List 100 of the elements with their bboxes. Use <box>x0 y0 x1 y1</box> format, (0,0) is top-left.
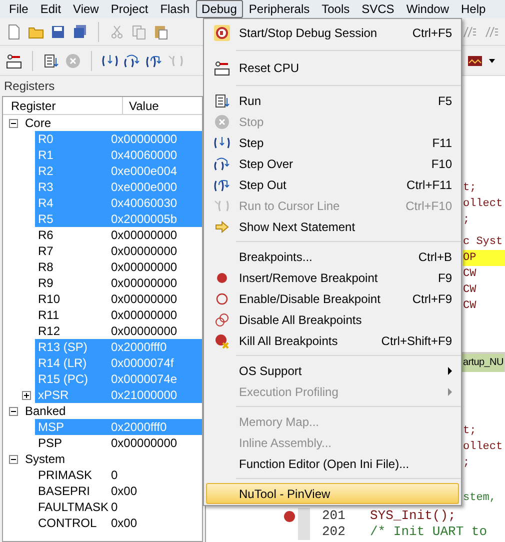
register-value: 0x00 <box>110 483 138 500</box>
register-value: 0x2000fff0 <box>110 339 167 356</box>
register-name: R6 <box>37 227 54 244</box>
run-icon[interactable] <box>214 92 230 108</box>
group-label[interactable]: System <box>25 450 66 468</box>
register-value: 0 <box>110 499 118 516</box>
code-line: CW <box>463 267 476 282</box>
register-row[interactable]: BASEPRI 0x00 <box>35 483 202 499</box>
submenu-arrow-icon <box>448 388 452 396</box>
code-line: ollect <box>463 440 503 455</box>
register-row[interactable]: R6 0x00000000 <box>35 227 202 243</box>
register-value: 0x00000000 <box>110 307 178 324</box>
register-row[interactable]: CONTROL 0x00 <box>35 515 202 531</box>
menu-item[interactable]: Start/Stop Debug Session Ctrl+F5 <box>206 20 459 46</box>
register-value: 0x00000000 <box>110 323 178 340</box>
menu-bar-item[interactable]: Tools <box>316 0 356 18</box>
register-name: R14 (LR) <box>37 355 88 372</box>
collapse-toggle[interactable] <box>9 406 18 416</box>
menu-bar-item[interactable]: File <box>3 0 34 18</box>
menu-bar-item[interactable]: Peripherals <box>242 0 316 18</box>
register-value: 0x00000000 <box>110 243 178 260</box>
register-row[interactable]: R7 0x00000000 <box>35 243 202 259</box>
register-name: R0 <box>37 131 54 148</box>
menu-item[interactable]: NuTool - PinView <box>206 483 459 504</box>
breakpoint-icon[interactable] <box>284 510 294 522</box>
register-name: PRIMASK <box>37 467 94 484</box>
register-row[interactable]: R10 0x00000000 <box>35 291 202 307</box>
menu-bar-item[interactable]: SVCS <box>356 0 400 18</box>
register-row[interactable]: R12 0x00000000 <box>35 323 202 339</box>
menu-item[interactable]: Step F11 <box>206 132 459 153</box>
menu-item[interactable]: Function Editor (Open Ini File)... <box>206 453 459 474</box>
menu-item[interactable]: Step Out Ctrl+F11 <box>206 174 459 195</box>
menu-item[interactable]: Insert/Remove Breakpoint F9 <box>206 267 459 288</box>
group-label[interactable]: Banked <box>25 402 66 420</box>
menu-item[interactable]: Kill All Breakpoints Ctrl+Shift+F9 <box>206 330 459 351</box>
menu-item[interactable]: Step Over F10 <box>206 153 459 174</box>
step-icon[interactable] <box>214 134 230 150</box>
reset-icon[interactable] <box>6 52 22 68</box>
register-name: R9 <box>37 275 54 292</box>
caret-icon[interactable] <box>489 58 495 62</box>
register-value: 0x00 <box>110 515 138 532</box>
register-name: R1 <box>37 147 54 164</box>
register-row[interactable]: PRIMASK 0 <box>35 467 202 483</box>
menu-bar-item[interactable]: Flash <box>154 0 196 18</box>
menu-bar-item[interactable]: Edit <box>34 0 68 18</box>
register-name: R2 <box>37 163 54 180</box>
register-name: R13 (SP) <box>37 339 88 356</box>
debug-icon[interactable] <box>214 25 230 41</box>
menu-item[interactable]: Disable All Breakpoints <box>206 309 459 330</box>
code-line: ; <box>463 213 470 228</box>
save-all-icon[interactable] <box>72 24 88 40</box>
register-value: 0x00000000 <box>110 131 178 148</box>
step-icon[interactable] <box>102 52 118 68</box>
new-file-icon[interactable] <box>6 24 22 40</box>
run-icon[interactable] <box>43 52 59 68</box>
expand-toggle[interactable] <box>22 390 31 400</box>
register-name: R4 <box>37 195 54 212</box>
menu-item[interactable]: Breakpoints... Ctrl+B <box>206 246 459 267</box>
reset-icon[interactable] <box>214 60 230 76</box>
menu-bar-item[interactable]: View <box>67 0 105 18</box>
register-row[interactable]: R9 0x00000000 <box>35 275 202 291</box>
breakpoint-delete-icon[interactable] <box>214 332 230 348</box>
step-over-icon[interactable] <box>124 52 140 68</box>
register-name: MSP <box>37 419 66 436</box>
column-header[interactable]: Register <box>3 97 123 114</box>
menu-bar-item[interactable]: Debug <box>196 0 243 18</box>
menu-bar-item[interactable]: Help <box>455 0 492 18</box>
step-over-icon[interactable] <box>214 156 230 172</box>
menu-item[interactable]: Run F5 <box>206 90 459 111</box>
menu-item[interactable]: Reset CPU <box>206 55 459 81</box>
register-row[interactable]: R11 0x00000000 <box>35 307 202 323</box>
collapse-toggle[interactable] <box>9 454 18 464</box>
register-value: 0x2000fff0 <box>110 419 167 436</box>
menu-bar-item[interactable]: Window <box>400 0 455 18</box>
menu-bar-item[interactable]: Project <box>104 0 154 18</box>
menu-item[interactable]: OS Support <box>206 360 459 381</box>
hollow-circle-icon[interactable] <box>214 290 230 306</box>
register-value: 0x40060000 <box>110 147 178 164</box>
code-line: CW <box>463 299 476 314</box>
file-tab[interactable]: artup_NU <box>462 354 504 372</box>
register-value: 0x00000000 <box>110 435 178 452</box>
register-name: R10 <box>37 291 62 308</box>
paste-icon[interactable] <box>153 24 169 40</box>
menu-item[interactable]: Enable/Disable Breakpoint Ctrl+F9 <box>206 288 459 309</box>
register-row[interactable]: PSP 0x00000000 <box>35 435 202 451</box>
register-value: 0x00000000 <box>110 227 178 244</box>
register-row[interactable]: FAULTMASK 0 <box>35 499 202 515</box>
menu-item[interactable]: Show Next Statement <box>206 216 459 237</box>
code-line: ; <box>463 456 470 471</box>
code-line: /* Init UART to <box>370 523 488 542</box>
column-header[interactable]: Value <box>123 97 202 114</box>
register-row[interactable]: R8 0x00000000 <box>35 259 202 275</box>
group-label[interactable]: Core <box>25 114 52 132</box>
register-name: PSP <box>37 435 64 452</box>
double-circle-icon[interactable] <box>214 312 230 328</box>
register-value: 0 <box>110 467 118 484</box>
arrow-icon[interactable] <box>214 218 230 234</box>
collapse-toggle[interactable] <box>9 118 18 128</box>
save-icon[interactable] <box>50 24 66 40</box>
register-value: 0x00000000 <box>110 259 178 276</box>
